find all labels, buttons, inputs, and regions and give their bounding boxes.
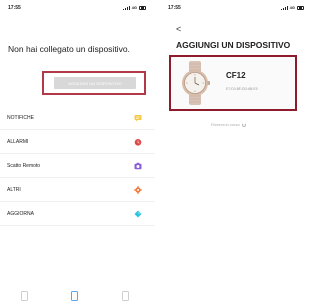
device-list-item[interactable]: CF12 E7:D0:8E:DD:6B:E5 — [169, 55, 297, 111]
battery-icon — [139, 5, 146, 10]
loading-spinner-icon — [241, 122, 246, 127]
battery-icon — [297, 5, 304, 10]
update-icon — [134, 210, 142, 218]
menu-item-altri[interactable]: ALTRI — [0, 178, 154, 202]
menu-item-label: ALLARMI — [7, 138, 29, 145]
tab-bar — [0, 286, 154, 308]
add-device-button[interactable]: Aggiungi un dispositivo — [54, 77, 136, 89]
smartwatch-image — [182, 61, 210, 105]
page-title: AGGIUNGI UN DISPOSITIVO — [176, 40, 291, 50]
profile-tab-icon[interactable] — [122, 291, 129, 301]
add-device-screen: 17:55 4G < AGGIUNGI UN DISPOSITIVO — [160, 0, 312, 308]
camera-icon — [134, 162, 142, 170]
menu-item-label: ALTRI — [7, 186, 21, 193]
status-time: 17:55 — [8, 5, 21, 11]
status-time: 17:55 — [168, 5, 181, 11]
device-name: CF12 — [226, 71, 246, 80]
home-screen: 17:55 4G Non hai collegato un dispositiv… — [0, 0, 154, 308]
menu-item-label: AGGIORNA — [7, 210, 34, 217]
gear-icon — [134, 186, 142, 194]
back-button[interactable]: < — [176, 25, 181, 34]
network-type: 4G — [131, 5, 137, 10]
message-icon — [134, 115, 142, 122]
signal-icon — [280, 5, 288, 10]
menu-item-label: Scatto Remoto — [7, 162, 41, 169]
menu-item-scatto-remoto[interactable]: Scatto Remoto — [0, 154, 154, 178]
menu-item-label: NOTIFICHE — [7, 114, 34, 121]
signal-icon — [122, 5, 130, 10]
menu-item-notifiche[interactable]: NOTIFICHE — [0, 106, 154, 130]
connect-highlight: Aggiungi un dispositivo — [42, 71, 146, 95]
status-bar: 17:55 4G — [8, 5, 146, 13]
device-mac-address: E7:D0:8E:DD:6B:E5 — [226, 87, 258, 91]
feature-menu: NOTIFICHE ALLARMI Scatto Remoto ALTRI AG… — [0, 106, 154, 226]
status-bar: 17:55 4G — [168, 5, 304, 13]
status-icons: 4G — [280, 5, 304, 10]
no-device-title: Non hai collegato un dispositivo. — [8, 44, 130, 54]
network-type: 4G — [289, 5, 295, 10]
searching-label: Ricerca in corso — [211, 122, 240, 127]
status-icons: 4G — [122, 5, 146, 10]
device-tab-icon[interactable] — [21, 291, 28, 301]
alarm-clock-icon — [134, 139, 142, 146]
searching-status: Ricerca in corso — [211, 122, 246, 127]
menu-item-aggiorna[interactable]: AGGIORNA — [0, 202, 154, 226]
menu-item-allarmi[interactable]: ALLARMI — [0, 130, 154, 154]
watch-tab-icon[interactable] — [71, 291, 78, 301]
